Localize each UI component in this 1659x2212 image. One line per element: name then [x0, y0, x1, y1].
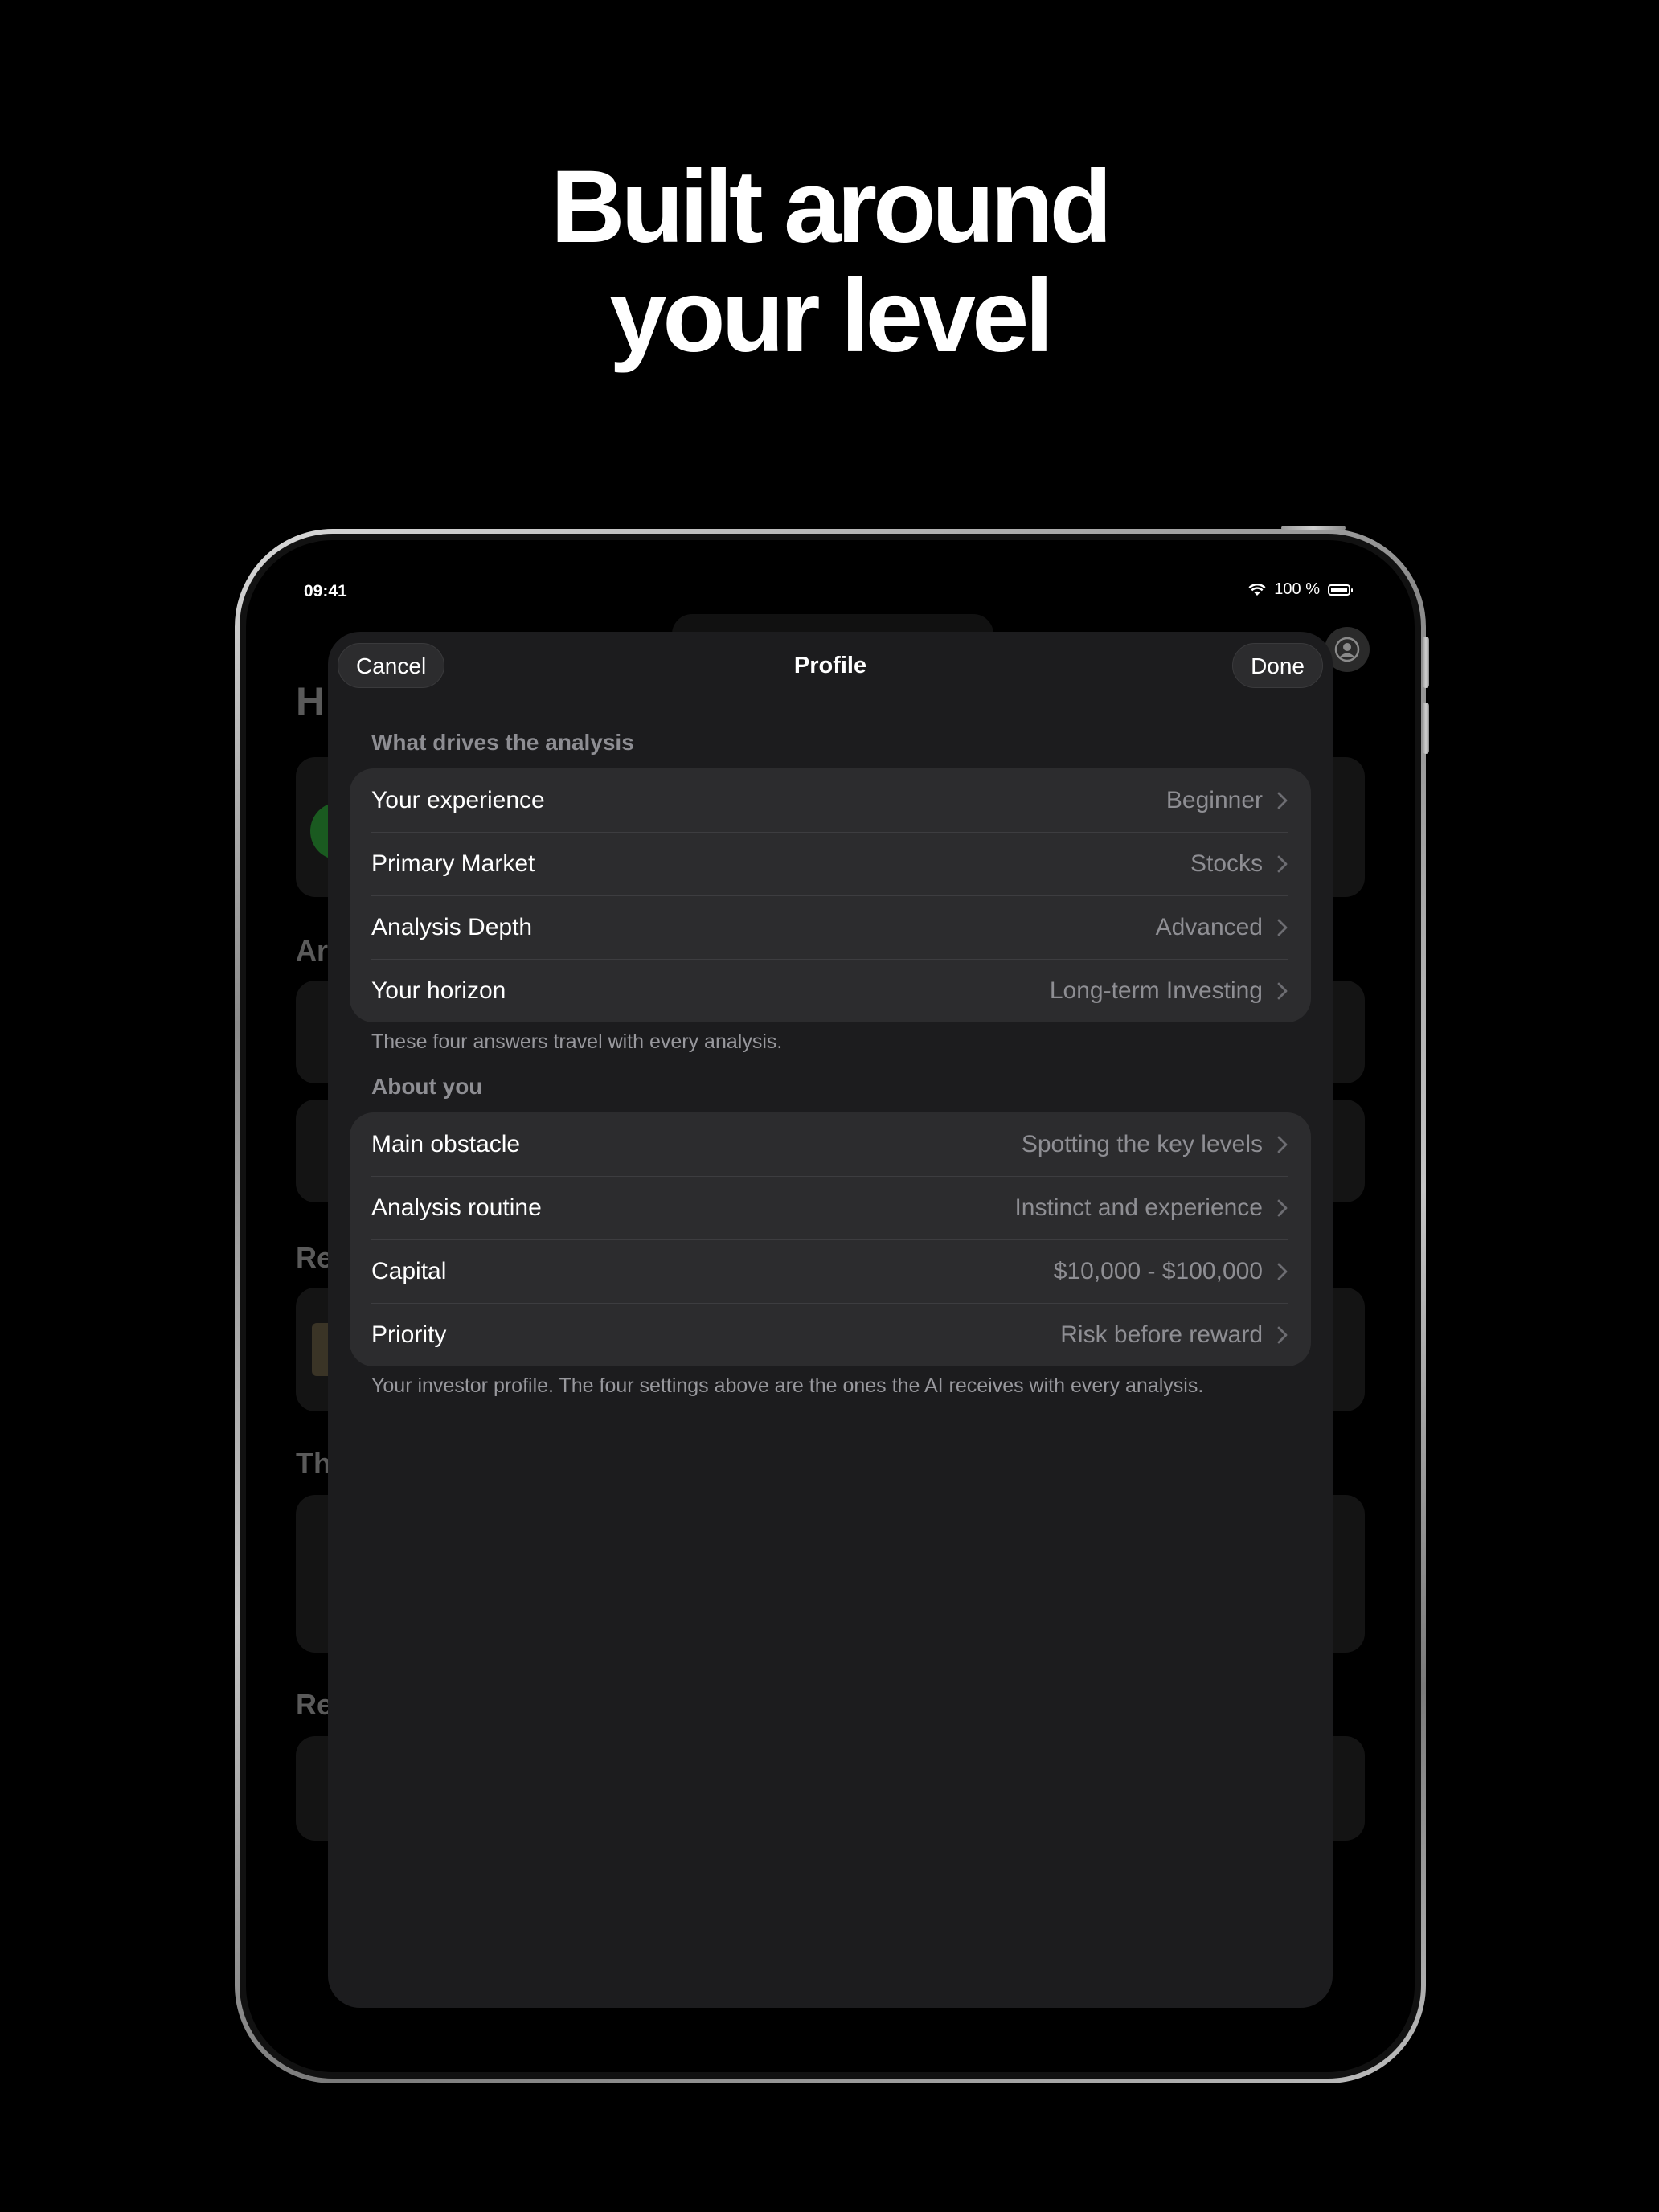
- row-your-horizon[interactable]: Your horizon Long-term Investing: [350, 959, 1311, 1022]
- volume-button: [1423, 703, 1429, 754]
- sheet-title: Profile: [793, 653, 867, 678]
- headline-line-1: Built around: [551, 150, 1112, 264]
- row-value: Instinct and experience: [1014, 1194, 1263, 1221]
- section-header-about-you: About you: [371, 1074, 483, 1099]
- row-value: Long-term Investing: [1049, 977, 1263, 1004]
- headline-line-2: your level: [609, 259, 1054, 374]
- status-indicators: 100 %: [1248, 580, 1353, 599]
- row-value: Risk before reward: [1060, 1321, 1263, 1348]
- status-time: 09:41: [304, 582, 347, 600]
- top-button: [1281, 526, 1346, 530]
- chevron-right-icon: [1277, 919, 1288, 936]
- row-value: Advanced: [1155, 913, 1263, 940]
- row-value: Stocks: [1190, 850, 1263, 877]
- chevron-right-icon: [1277, 982, 1288, 999]
- profile-sheet: Cancel Profile Done What drives the anal…: [328, 632, 1333, 2008]
- row-value: $10,000 - $100,000: [1053, 1257, 1263, 1284]
- row-main-obstacle[interactable]: Main obstacle Spotting the key levels: [350, 1112, 1311, 1176]
- background-section: Ar: [296, 934, 329, 967]
- chevron-right-icon: [1277, 1326, 1288, 1343]
- volume-button: [1423, 637, 1429, 688]
- background-section: Th: [296, 1447, 331, 1480]
- section-header-analysis: What drives the analysis: [371, 730, 634, 755]
- battery-percent: 100 %: [1274, 580, 1320, 598]
- row-value: Spotting the key levels: [1021, 1130, 1263, 1157]
- analysis-settings-group: Your experience Beginner Primary Market …: [350, 768, 1311, 1022]
- wifi-icon: [1248, 583, 1266, 596]
- row-capital[interactable]: Capital $10,000 - $100,000: [350, 1239, 1311, 1303]
- row-label: Main obstacle: [371, 1130, 521, 1157]
- done-button[interactable]: Done: [1232, 643, 1323, 688]
- chevron-right-icon: [1277, 1263, 1288, 1280]
- row-label: Your experience: [371, 786, 545, 813]
- about-you-group: Main obstacle Spotting the key levels An…: [350, 1112, 1311, 1366]
- row-your-experience[interactable]: Your experience Beginner: [350, 768, 1311, 832]
- section-footer-analysis: These four answers travel with every ana…: [371, 1030, 783, 1053]
- battery-icon: [1328, 584, 1353, 596]
- row-analysis-depth[interactable]: Analysis Depth Advanced: [350, 895, 1311, 959]
- chevron-right-icon: [1277, 1199, 1288, 1216]
- row-label: Priority: [371, 1321, 447, 1348]
- row-label: Capital: [371, 1257, 447, 1284]
- marketing-headline: Built around your level: [0, 153, 1659, 371]
- row-label: Your horizon: [371, 977, 506, 1004]
- ipad-screen: H Ar Re Th Re 09:41 100 % Cancel Profile…: [246, 540, 1415, 2072]
- chevron-right-icon: [1277, 855, 1288, 872]
- row-label: Analysis Depth: [371, 913, 533, 940]
- row-label: Analysis routine: [371, 1194, 542, 1221]
- row-value: Beginner: [1165, 786, 1263, 813]
- row-priority[interactable]: Priority Risk before reward: [350, 1303, 1311, 1366]
- background-title: H: [296, 679, 326, 724]
- row-analysis-routine[interactable]: Analysis routine Instinct and experience: [350, 1176, 1311, 1239]
- chevron-right-icon: [1277, 792, 1288, 809]
- section-footer-about-you: Your investor profile. The four settings…: [371, 1374, 1204, 1397]
- row-label: Primary Market: [371, 850, 535, 877]
- chevron-right-icon: [1277, 1136, 1288, 1153]
- row-primary-market[interactable]: Primary Market Stocks: [350, 832, 1311, 895]
